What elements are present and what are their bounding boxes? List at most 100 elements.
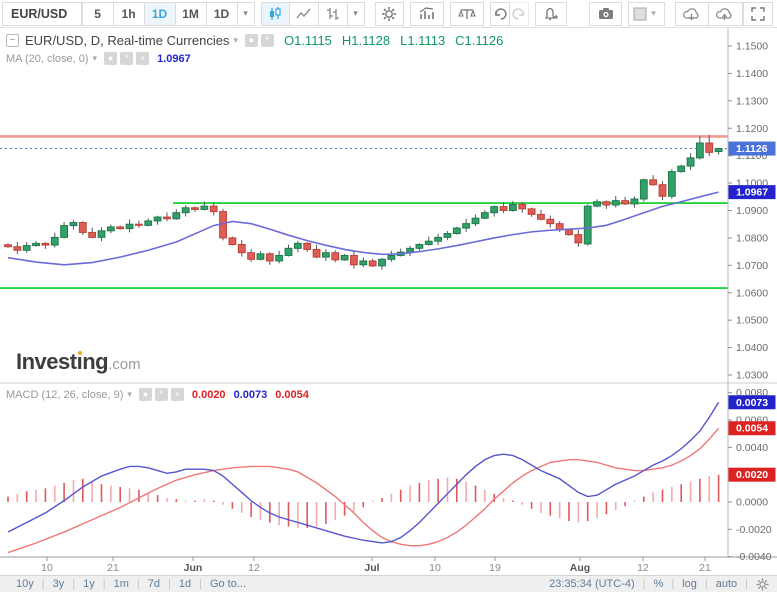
candle-body (229, 238, 236, 245)
macd-visibility-icon[interactable]: ● (139, 388, 152, 401)
timeframe-button-5-0[interactable]: 5 (82, 2, 114, 26)
range-button-3y[interactable]: 3y (45, 578, 73, 590)
symbol-button[interactable]: EUR/USD (2, 2, 82, 26)
candlestick-icon (267, 6, 283, 22)
range-button-1m[interactable]: 1m (106, 578, 137, 590)
cloud-load-button[interactable] (675, 2, 709, 26)
candle-body (538, 214, 545, 219)
macd-settings-icon[interactable]: * (155, 388, 168, 401)
candle-body (164, 217, 171, 219)
ma-settings-icon[interactable]: * (120, 52, 133, 65)
timeframe-button-1h-1[interactable]: 1h (113, 2, 145, 26)
title-dropdown-caret[interactable]: ▾ (233, 35, 238, 46)
macd-remove-icon[interactable]: × (171, 388, 184, 401)
line-style-button[interactable] (289, 2, 319, 26)
macd-signal-value: 0.0054 (275, 389, 309, 401)
scale-option-auto[interactable]: auto (708, 578, 745, 590)
cloud-upload-icon (715, 6, 735, 22)
candle-body (154, 217, 161, 221)
alert-button[interactable] (535, 2, 567, 26)
background-button[interactable]: ▾ (628, 2, 666, 26)
ma-remove-icon[interactable]: × (136, 52, 149, 65)
undo-button[interactable] (490, 2, 510, 26)
time-axis-label: 10 (429, 562, 441, 574)
visibility-icon[interactable]: ● (245, 34, 258, 47)
separator: | (745, 578, 748, 590)
cloud-download-icon (682, 6, 702, 22)
candle-body (23, 246, 30, 251)
snapshot-button[interactable] (589, 2, 621, 26)
candle-body (622, 201, 629, 204)
timeframe-button-1d-2[interactable]: 1D (144, 2, 176, 26)
candle-body (650, 180, 657, 185)
candle-body (266, 254, 273, 261)
candle-body (79, 223, 86, 233)
goto-button[interactable]: Go to... (202, 578, 254, 590)
bar-style-button[interactable] (318, 2, 348, 26)
fullscreen-button[interactable] (743, 2, 774, 26)
timeframe-button-1d-4[interactable]: 1D (206, 2, 238, 26)
indicators-button[interactable] (410, 2, 444, 26)
candle-body (481, 213, 488, 218)
macd-label: MACD (12, 26, close, 9) (6, 389, 123, 401)
time-axis-label: 12 (637, 562, 649, 574)
axis-badge-value: 0.0020 (736, 469, 768, 481)
indicators-icon (418, 6, 436, 22)
background-dropdown-caret: ▾ (651, 8, 656, 19)
ma-label: MA (20, close, 0) (6, 53, 89, 65)
scale-option-percent[interactable]: % (646, 578, 672, 590)
candle-body (566, 230, 573, 235)
price-axis-label: 1.1400 (736, 68, 768, 80)
time-axis-label: 21 (699, 562, 711, 574)
candle-body (117, 227, 124, 229)
range-button-1d[interactable]: 1d (171, 578, 199, 590)
timeframe-dropdown[interactable]: ▾ (237, 2, 255, 26)
candle-body (453, 228, 460, 233)
candle-body (472, 218, 479, 223)
high-value: H1.1128 (342, 33, 390, 48)
range-button-7d[interactable]: 7d (140, 578, 168, 590)
price-axis-label: 1.0600 (736, 287, 768, 299)
macd-dropdown-caret[interactable]: ▾ (127, 389, 132, 400)
macd-histogram-value: 0.0020 (192, 389, 226, 401)
settings-button[interactable] (375, 2, 405, 26)
candle-body (715, 149, 722, 152)
cloud-save-button[interactable] (708, 2, 742, 26)
time-axis-label: 21 (107, 562, 119, 574)
price-axis-label: 1.1300 (736, 95, 768, 107)
ma-visibility-icon[interactable]: ● (104, 52, 117, 65)
candle-body (678, 166, 685, 171)
bottom-right-group: 23:35:34 (UTC-4)|%|log|auto| (541, 578, 748, 590)
candle-body (369, 261, 376, 266)
redo-button[interactable] (509, 2, 529, 26)
macd-line-value: 0.0073 (234, 389, 268, 401)
bottom-toolbar: 10y|3y|1y|1m|7d|1d|Go to... 23:35:34 (UT… (0, 575, 777, 592)
candle-body (238, 244, 245, 252)
time-axis-label: 19 (489, 562, 501, 574)
candle-body (603, 202, 610, 205)
redo-icon (512, 7, 526, 21)
candle-body (89, 232, 96, 237)
logo-text: Invest (16, 349, 77, 374)
candle-body (248, 253, 255, 260)
collapse-pane-icon[interactable]: − (6, 34, 19, 47)
candlestick-style-button[interactable] (261, 2, 291, 26)
logo-suffix: .com (108, 356, 141, 373)
range-button-10y[interactable]: 10y (8, 578, 42, 590)
camera-icon (597, 6, 615, 22)
scale-option-log[interactable]: log (674, 578, 705, 590)
main-legend-row: − EUR/USD, D, Real-time Currencies ▾ ● *… (6, 33, 503, 48)
price-axis-label: 1.1200 (736, 123, 768, 135)
candle-body (42, 243, 49, 245)
candle-body (575, 235, 582, 243)
compare-button[interactable] (450, 2, 484, 26)
range-button-1y[interactable]: 1y (75, 578, 103, 590)
axis-badge-value: 0.0073 (736, 397, 768, 409)
ma-dropdown-caret[interactable]: ▾ (93, 53, 98, 64)
style-dropdown[interactable]: ▾ (347, 2, 365, 26)
chart-canvas[interactable]: 1.15001.14001.13001.12001.11001.10001.09… (0, 28, 777, 575)
axis-settings-button[interactable] (756, 578, 769, 591)
macd-axis-label: -0.0020 (736, 524, 772, 536)
series-settings-icon[interactable]: * (261, 34, 274, 47)
timeframe-button-1m-3[interactable]: 1M (175, 2, 207, 26)
